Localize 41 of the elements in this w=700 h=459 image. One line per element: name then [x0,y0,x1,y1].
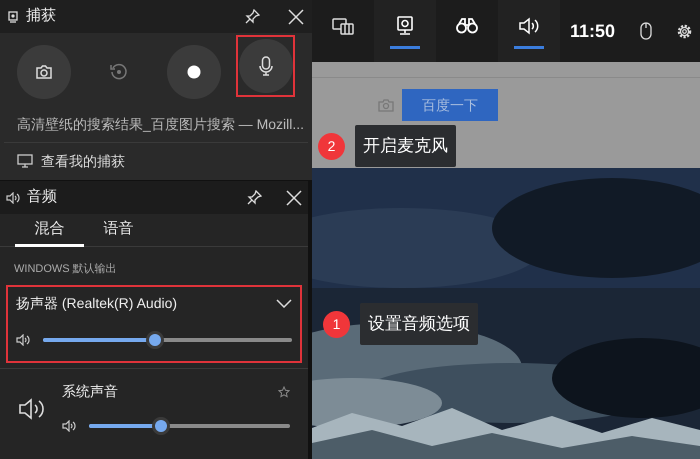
app-name: 系统声音 [62,382,118,401]
close-icon[interactable] [286,190,302,206]
monitor-icon [17,154,33,168]
slider-thumb[interactable] [146,331,164,349]
section-label: WINDOWS 默认输出 [13,262,118,277]
device-dropdown[interactable]: 扬声器 (Realtek(R) Audio) [16,288,292,318]
toolbar-tab[interactable] [374,0,436,62]
tab[interactable]: 混合 [15,214,84,247]
speaker-icon[interactable] [518,16,540,34]
panel-title: 捕获 [26,6,56,26]
window-title: 高清壁纸的搜索结果_百度图片搜索 — Mozill... [16,115,306,134]
microphone-icon [258,56,272,76]
pin-icon[interactable] [245,9,260,24]
settings-icon[interactable] [676,22,693,40]
view-captures-link[interactable]: 查看我的捕获 [41,150,125,172]
device-name: 扬声器 (Realtek(R) Audio) [16,294,178,313]
binoculars-icon[interactable] [456,18,478,34]
panel-title: 音频 [27,187,57,208]
widgets-icon[interactable] [332,16,354,34]
speaker-icon [16,334,31,346]
tab[interactable]: 语音 [84,214,153,247]
callout-tooltip: 设置音频选项 [360,303,478,345]
speaker-icon [6,192,21,204]
pin-icon[interactable] [247,190,262,205]
rewind-circle-icon [109,62,129,82]
webcam-icon[interactable] [397,16,413,36]
webcam-icon [8,10,18,22]
callout-tooltip: 开启麦克风 [355,125,456,167]
chevron-down-icon [276,298,292,308]
slider-thumb[interactable] [152,417,170,435]
mouse-icon[interactable] [640,22,652,40]
clock: 11:50 [570,20,616,42]
close-icon[interactable] [288,8,304,24]
record-icon [187,65,201,79]
star-icon[interactable] [278,386,290,398]
camera-icon [35,64,53,80]
volume-slider[interactable] [43,330,292,350]
speaker-icon [62,420,77,432]
volume-slider[interactable] [89,416,290,436]
toolbar-tab[interactable] [498,0,560,62]
speaker-icon [18,398,44,420]
